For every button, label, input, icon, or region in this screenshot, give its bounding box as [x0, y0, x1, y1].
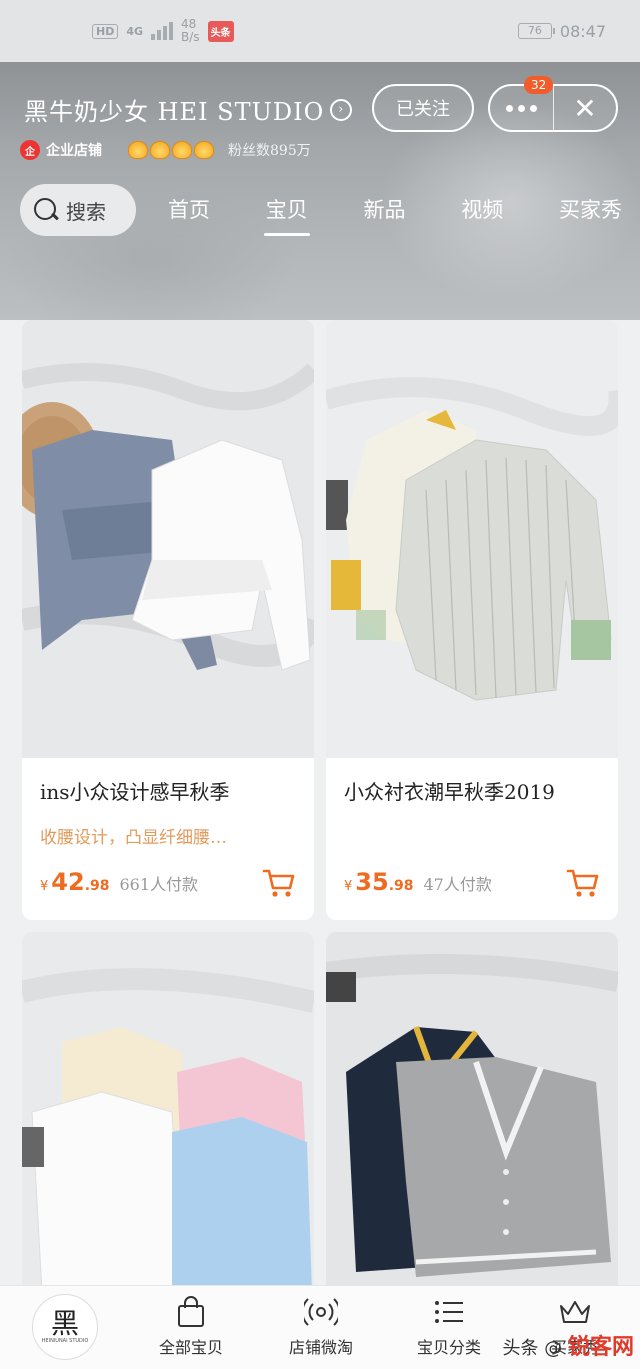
- fans-count: 粉丝数895万: [228, 143, 311, 159]
- tab-new[interactable]: 新品: [356, 190, 414, 232]
- store-meta: 企 企业店铺 粉丝数895万: [20, 140, 311, 160]
- store-name-text: 黑牛奶少女 HEI STUDIO: [24, 98, 325, 126]
- product-card[interactable]: 小众衬衣潮早秋季2019 ¥ 35 .98 47人付款: [326, 320, 618, 920]
- store-tabs: 首页 宝贝 新品 视频 买家秀: [160, 190, 630, 236]
- tab-video[interactable]: 视频: [453, 190, 511, 232]
- price-decimal: .98: [388, 878, 414, 894]
- hd-badge: HD: [92, 23, 119, 39]
- product-title: 小众衬衣潮早秋季2019: [344, 780, 555, 804]
- shopping-bag-icon: [178, 1296, 204, 1327]
- product-photo: [22, 320, 314, 758]
- tab-home[interactable]: 首页: [160, 190, 218, 232]
- cart-icon[interactable]: [262, 868, 296, 898]
- menu-capsule: 32 ✕: [488, 76, 618, 132]
- product-card[interactable]: [22, 932, 314, 1292]
- cart-icon[interactable]: [566, 868, 600, 898]
- product-card[interactable]: [326, 932, 618, 1292]
- speed-unit: B/s: [181, 30, 200, 44]
- watermark: 头条 @ 锐客网: [503, 1329, 634, 1361]
- product-subtitle: 收腰设计，凸显纤细腰…: [40, 828, 227, 848]
- nav-categories[interactable]: 宝贝分类: [394, 1296, 504, 1358]
- network-type: 4G: [126, 24, 144, 38]
- battery-icon: 76: [517, 23, 555, 39]
- list-icon: [435, 1301, 463, 1323]
- product-photo: [326, 320, 618, 758]
- follow-button[interactable]: 已关注: [372, 84, 474, 132]
- store-logo[interactable]: 黑 HEINIUNAI STUDIO: [32, 1294, 98, 1360]
- nav-store-feed-label: 店铺微淘: [288, 1338, 353, 1357]
- search-button[interactable]: 搜索: [20, 184, 136, 236]
- product-image[interactable]: [22, 320, 314, 758]
- product-photo: [326, 932, 618, 1292]
- more-dot: [530, 104, 537, 112]
- network-speed: 48 B/s: [181, 18, 200, 44]
- status-right: 76 08:47: [517, 21, 606, 41]
- nav-categories-label: 宝贝分类: [416, 1338, 481, 1357]
- product-title: ins小众设计感早秋季: [40, 780, 230, 804]
- product-photo: [22, 932, 314, 1292]
- tab-buyer-show[interactable]: 买家秀: [551, 190, 630, 232]
- price-symbol: ¥: [40, 879, 49, 894]
- price-decimal: .98: [84, 878, 110, 894]
- toutiao-app-icon: 头条: [207, 20, 234, 42]
- signal-icon: [151, 22, 174, 40]
- search-label: 搜索: [66, 199, 106, 224]
- notification-badge: 32: [524, 76, 554, 94]
- status-left: HD 4G 48 B/s 头条: [92, 18, 234, 44]
- watermark-brand: 锐客网: [567, 1335, 634, 1360]
- search-icon: [32, 197, 58, 223]
- crown-icon: [150, 141, 170, 159]
- close-icon: ✕: [573, 91, 597, 125]
- paid-count: 47人付款: [423, 875, 492, 894]
- status-bar: HD 4G 48 B/s 头条 76 08:47: [0, 0, 640, 62]
- clock: 08:47: [559, 21, 606, 41]
- tab-products[interactable]: 宝贝: [258, 190, 316, 236]
- paid-count: 661人付款: [119, 875, 199, 894]
- logo-subtitle: HEINIUNAI STUDIO: [41, 1338, 89, 1344]
- close-button[interactable]: ✕: [554, 92, 616, 125]
- price-row: ¥ 42 .98 661人付款: [40, 868, 198, 896]
- watermark-text: 头条 @: [502, 1338, 563, 1359]
- price-row: ¥ 35 .98 47人付款: [344, 868, 492, 896]
- price-integer: 35: [355, 868, 389, 896]
- crown-icon: [128, 141, 148, 159]
- store-name[interactable]: 黑牛奶少女 HEI STUDIO ›: [24, 92, 353, 127]
- chevron-right-icon: ›: [330, 98, 353, 121]
- more-dot: [506, 104, 513, 112]
- price-symbol: ¥: [344, 879, 353, 894]
- price-integer: 42: [51, 868, 85, 896]
- product-image[interactable]: [22, 932, 314, 1292]
- enterprise-icon: 企: [20, 140, 40, 160]
- crown-outline-icon: [560, 1301, 590, 1323]
- nav-all-products-label: 全部宝贝: [158, 1338, 223, 1357]
- more-dot: [518, 104, 525, 112]
- broadcast-icon: [304, 1298, 338, 1326]
- product-card[interactable]: ins小众设计感早秋季 收腰设计，凸显纤细腰… ¥ 42 .98 661人付款: [22, 320, 314, 920]
- crown-icon: [194, 141, 214, 159]
- speed-value: 48: [181, 17, 197, 31]
- bottom-nav: 黑 HEINIUNAI STUDIO 全部宝贝 店铺微淘 宝贝分类 买家秀 头条…: [0, 1285, 640, 1369]
- nav-all-products[interactable]: 全部宝贝: [136, 1296, 246, 1358]
- product-image[interactable]: [326, 320, 618, 758]
- enterprise-label: 企业店铺: [46, 143, 102, 159]
- logo-mark: 黑: [50, 1307, 79, 1340]
- store-rating: [128, 141, 214, 159]
- product-image[interactable]: [326, 932, 618, 1292]
- crown-icon: [172, 141, 192, 159]
- nav-store-feed[interactable]: 店铺微淘: [266, 1296, 376, 1358]
